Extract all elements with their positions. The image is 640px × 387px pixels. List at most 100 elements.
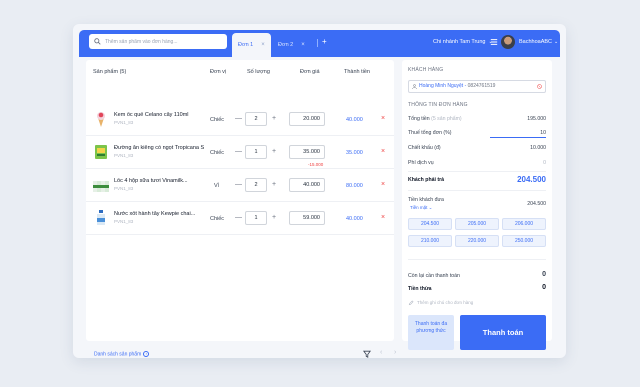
customer-name: Hoàng Minh Nguyệt	[419, 83, 464, 89]
table-row[interactable]: Kem ốc quế Celano cây 110ml PVN1_83 Chiế…	[86, 104, 394, 136]
quick-amount-chip[interactable]: 250.000	[502, 235, 546, 247]
tab-order-2[interactable]: Đơn 2 ×	[278, 33, 305, 57]
search-input[interactable]	[105, 38, 225, 45]
filter-icon[interactable]	[363, 350, 371, 358]
increase-button[interactable]: +	[272, 214, 276, 221]
discount-row: Chiết khấu (đ) 10.000	[408, 145, 546, 151]
payable-value: 204.500	[517, 175, 546, 184]
close-icon[interactable]: ×	[301, 42, 305, 48]
line-total: 35.000	[346, 150, 363, 156]
menu-icon[interactable]	[490, 38, 498, 46]
product-sku: PVN1_83	[114, 120, 134, 125]
delete-row-button[interactable]: ×	[381, 115, 385, 122]
divider	[408, 190, 546, 191]
subtotal-row: Tổng tiền (5 sản phẩm) 195.000	[408, 116, 546, 122]
decrease-button[interactable]: —	[235, 148, 242, 155]
quick-amount-chip[interactable]: 210.000	[408, 235, 452, 247]
decrease-button[interactable]: —	[235, 181, 242, 188]
divider	[408, 259, 546, 260]
close-icon[interactable]: ×	[261, 42, 265, 48]
product-list-link[interactable]: Danh sách sản phẩm ›	[94, 351, 150, 358]
chevron-right-icon: ›	[143, 351, 150, 357]
quick-amount-chip[interactable]: 220.000	[455, 235, 499, 247]
quantity-input[interactable]: 2	[245, 178, 267, 192]
vat-input[interactable]: 10	[540, 130, 546, 136]
quantity-input[interactable]: 1	[245, 211, 267, 225]
payment-method-label: Tiền mặt	[410, 205, 428, 210]
increase-button[interactable]: +	[272, 181, 276, 188]
change-value: 0	[542, 284, 546, 291]
multi-payment-button[interactable]: Thanh toán đa phương thức	[408, 315, 454, 350]
unit-select[interactable]: Chiếc	[210, 150, 224, 156]
received-label: Tiền khách đưa	[408, 197, 444, 203]
person-icon	[412, 84, 417, 89]
table-header: Sản phẩm (5) Đơn vị Số lượng Đơn giá Thà…	[86, 69, 394, 79]
delete-row-button[interactable]: ×	[381, 214, 385, 221]
increase-button[interactable]: +	[272, 115, 276, 122]
quick-amount-chip[interactable]: 206.000	[502, 218, 546, 230]
quantity-input[interactable]: 2	[245, 112, 267, 126]
table-row[interactable]: Đường ăn kiêng có ngọt Tropicana Slim...…	[86, 137, 394, 169]
col-price: Đơn giá	[300, 69, 320, 75]
vat-row: Thuế tổng đơn (%) 10	[408, 130, 546, 136]
customer-field[interactable]: Hoàng Minh Nguyệt - 0824761519	[408, 80, 546, 93]
product-name: Nước xốt hành tây Kewpie chai...	[114, 211, 196, 217]
subtotal-value: 195.000	[527, 116, 546, 122]
clear-icon[interactable]	[537, 84, 542, 89]
avatar[interactable]	[501, 35, 515, 49]
product-search[interactable]	[89, 34, 227, 49]
col-quantity: Số lượng	[247, 69, 270, 75]
prev-page-button[interactable]: ‹	[380, 349, 382, 356]
service-input[interactable]: 0	[543, 160, 546, 166]
product-name: Đường ăn kiêng có ngọt Tropicana Slim...	[114, 145, 204, 151]
branch-selector[interactable]: Chi nhánh Tam Trung ⌄	[433, 39, 493, 45]
decrease-button[interactable]: —	[235, 214, 242, 221]
divider	[408, 171, 546, 172]
customer-phone: 0824761519	[467, 83, 496, 89]
line-total: 40.000	[346, 216, 363, 222]
next-page-button[interactable]: ›	[394, 349, 396, 356]
vat-input-underline	[490, 137, 546, 138]
table-row[interactable]: Lốc 4 hộp sữa tươi Vinamilk... PVN1_83 V…	[86, 170, 394, 202]
delete-row-button[interactable]: ×	[381, 181, 385, 188]
table-row[interactable]: Nước xốt hành tây Kewpie chai... PVN1_83…	[86, 203, 394, 235]
payment-method-select[interactable]: Tiền mặt ⌄	[410, 205, 432, 211]
product-image	[97, 210, 105, 225]
product-sku: PVN1_83	[114, 219, 134, 224]
product-panel: Sản phẩm (5) Đơn vị Số lượng Đơn giá Thà…	[86, 60, 396, 358]
received-input[interactable]: 204.500	[527, 201, 546, 207]
col-product: Sản phẩm (5)	[93, 69, 127, 75]
app-window: Đơn 1 × Đơn 2 × + Chi nhánh Tam Trung⌄ B…	[73, 24, 566, 358]
tab-order-1[interactable]: Đơn 1 ×	[232, 33, 271, 57]
product-list-label: Danh sách sản phẩm	[94, 351, 142, 358]
user-name: BachhoaABC	[519, 39, 553, 45]
discount-input[interactable]: 10.000	[530, 145, 546, 151]
unit-select[interactable]: Chiếc	[210, 117, 224, 123]
price-input[interactable]: 59.000	[289, 211, 325, 225]
unit-select[interactable]: Chiếc	[210, 216, 224, 222]
add-tab-button[interactable]: +	[322, 37, 327, 46]
price-input[interactable]: 40.000	[289, 178, 325, 192]
order-note-field[interactable]: Thêm ghi chú cho đơn hàng	[408, 300, 473, 306]
search-icon	[94, 38, 101, 45]
product-name: Kem ốc quế Celano cây 110ml	[114, 112, 189, 118]
unit-select[interactable]: Vỉ	[214, 183, 219, 189]
line-total: 80.000	[346, 183, 363, 189]
delete-row-button[interactable]: ×	[381, 148, 385, 155]
payable-label: Khách phải trả	[408, 177, 445, 183]
line-total: 40.000	[346, 117, 363, 123]
increase-button[interactable]: +	[272, 148, 276, 155]
remaining-value: 0	[542, 271, 546, 278]
decrease-button[interactable]: —	[235, 115, 242, 122]
pay-button[interactable]: Thanh toán	[460, 315, 546, 350]
product-image	[97, 112, 105, 127]
quick-amount-chip[interactable]: 205.000	[455, 218, 499, 230]
price-input[interactable]: 20.000	[289, 112, 325, 126]
pencil-icon	[408, 300, 414, 306]
user-menu[interactable]: BachhoaABC ⌄	[519, 39, 558, 45]
tab-label: Đơn 1	[238, 42, 254, 48]
quick-amount-chip[interactable]: 204.500	[408, 218, 452, 230]
quantity-input[interactable]: 1	[245, 145, 267, 159]
price-input[interactable]: 35.000	[289, 145, 325, 159]
product-image	[95, 145, 107, 159]
